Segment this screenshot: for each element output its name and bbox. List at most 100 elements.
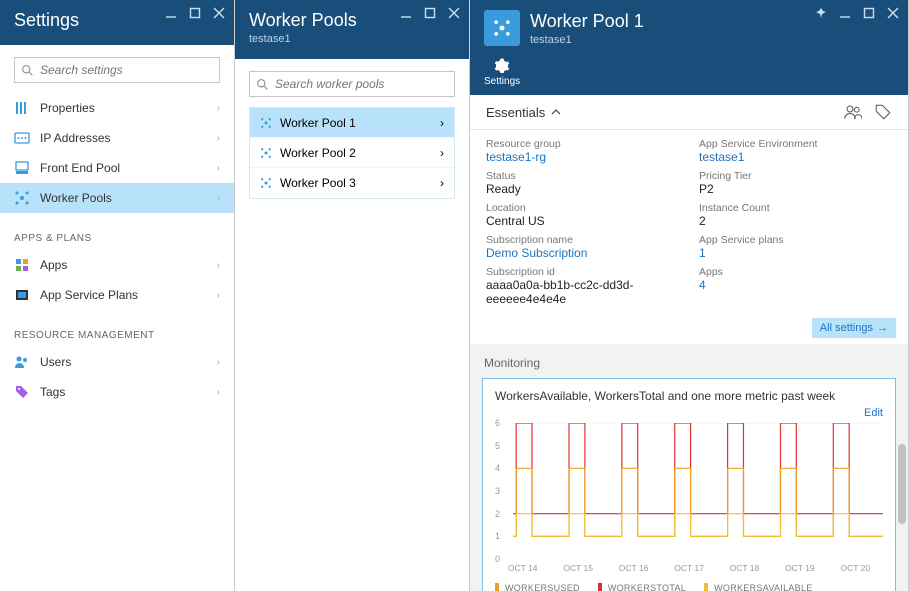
field-value: 2 xyxy=(699,214,892,228)
chevron-right-icon: › xyxy=(217,193,220,204)
minimize-icon[interactable] xyxy=(838,6,852,20)
pool-item-worker-pool-1[interactable]: Worker Pool 1 › xyxy=(250,108,454,138)
field-label: Apps xyxy=(699,266,892,278)
nav-item-label: Apps xyxy=(40,258,67,272)
field-value: Central US xyxy=(486,214,679,228)
pool-item-worker-pool-2[interactable]: Worker Pool 2› xyxy=(250,138,454,168)
field-value: P2 xyxy=(699,182,892,196)
y-tick-label: 4 xyxy=(495,463,500,473)
frontend-icon xyxy=(14,160,30,176)
pool-item-label: Worker Pool 3 xyxy=(280,176,356,190)
y-tick-label: 5 xyxy=(495,441,500,451)
worker-pool-detail-header: Worker Pool 1 testase1 Settings xyxy=(470,0,908,95)
settings-blade: Settings Properties›IP Addresses›Front E… xyxy=(0,0,235,591)
worker-pools-blade: Worker Pools testase1 Worker Pool 1›Work… xyxy=(235,0,470,591)
close-icon[interactable] xyxy=(212,6,226,20)
y-tick-label: 1 xyxy=(495,531,500,541)
search-settings[interactable] xyxy=(14,57,220,83)
essentials-panel: Resource grouptestase1-rg StatusReady Loca… xyxy=(470,130,908,316)
settings-header: Settings xyxy=(0,0,234,45)
essentials-field: App Service Environmenttestase1 xyxy=(699,138,892,164)
nav-item-label: Users xyxy=(40,355,71,369)
all-settings-button[interactable]: All settings → xyxy=(812,318,896,338)
tag-icon[interactable] xyxy=(874,103,892,121)
nav-item-users[interactable]: Users › xyxy=(0,347,234,377)
worker-pool-icon xyxy=(260,117,272,129)
scrollbar-thumb[interactable] xyxy=(898,444,906,524)
legend-item: WORKERSTOTAL2 xyxy=(598,583,686,591)
field-value[interactable]: Demo Subscription xyxy=(486,246,679,260)
y-tick-label: 6 xyxy=(495,418,500,428)
nav-item-label: Tags xyxy=(40,385,65,399)
users-icon[interactable] xyxy=(844,103,862,121)
essentials-toggle[interactable]: Essentials xyxy=(486,105,561,120)
x-tick-label: OCT 17 xyxy=(674,563,704,573)
search-worker-pools-input[interactable] xyxy=(275,77,448,91)
nav-item-worker-pools[interactable]: Worker Pools› xyxy=(0,183,234,213)
minimize-icon[interactable] xyxy=(399,6,413,20)
essentials-field: Instance Count2 xyxy=(699,202,892,228)
field-value[interactable]: 4 xyxy=(699,278,892,292)
field-value[interactable]: testase1 xyxy=(699,150,892,164)
legend-name: WORKERSAVAILABLE xyxy=(714,583,813,591)
chevron-up-icon xyxy=(551,107,561,117)
chevron-right-icon: › xyxy=(217,260,220,271)
nav-item-label: Properties xyxy=(40,101,95,115)
section-resource-mgmt: RESOURCE MANAGEMENT xyxy=(0,314,234,347)
essentials-field: Subscription nameDemo Subscription xyxy=(486,234,679,260)
maximize-icon[interactable] xyxy=(188,6,202,20)
chevron-right-icon: › xyxy=(440,176,444,190)
search-worker-pools[interactable] xyxy=(249,71,455,97)
worker-pools-subtitle: testase1 xyxy=(249,33,455,45)
monitoring-section: Monitoring WorkersAvailable, WorkersTota… xyxy=(470,344,908,591)
gear-icon xyxy=(494,58,510,74)
essentials-field: StatusReady xyxy=(486,170,679,196)
field-value: Ready xyxy=(486,182,679,196)
field-value: aaaa0a0a-bb1b-cc2c-dd3d-eeeeee4e4e4e xyxy=(486,278,679,306)
field-label: Status xyxy=(486,170,679,182)
close-icon[interactable] xyxy=(447,6,461,20)
essentials-field: Resource grouptestase1-rg xyxy=(486,138,679,164)
chevron-right-icon: › xyxy=(440,116,444,130)
search-icon xyxy=(21,64,34,77)
close-icon[interactable] xyxy=(886,6,900,20)
worker-pool-icon xyxy=(260,177,272,189)
minimize-icon[interactable] xyxy=(164,6,178,20)
edit-button[interactable]: Edit xyxy=(495,407,883,419)
nav-item-front-end-pool[interactable]: Front End Pool› xyxy=(0,153,234,183)
properties-icon xyxy=(14,100,30,116)
monitoring-label: Monitoring xyxy=(484,356,894,370)
pin-icon[interactable] xyxy=(814,6,828,20)
pool-item-label: Worker Pool 1 xyxy=(280,116,356,130)
maximize-icon[interactable] xyxy=(862,6,876,20)
field-value[interactable]: testase1-rg xyxy=(486,150,679,164)
users-icon xyxy=(14,354,30,370)
monitoring-card[interactable]: WorkersAvailable, WorkersTotal and one m… xyxy=(482,378,896,591)
y-tick-label: 0 xyxy=(495,554,500,564)
essentials-field: Apps4 xyxy=(699,266,892,292)
x-tick-label: OCT 18 xyxy=(730,563,760,573)
field-label: Subscription id xyxy=(486,266,679,278)
maximize-icon[interactable] xyxy=(423,6,437,20)
search-icon xyxy=(256,78,269,91)
search-settings-input[interactable] xyxy=(40,63,213,77)
essentials-field: Subscription idaaaa0a0a-bb1b-cc2c-dd3d-e… xyxy=(486,266,679,306)
essentials-field: LocationCentral US xyxy=(486,202,679,228)
chevron-right-icon: › xyxy=(217,387,220,398)
nav-item-properties[interactable]: Properties› xyxy=(0,93,234,123)
pool-item-worker-pool-3[interactable]: Worker Pool 3 › xyxy=(250,168,454,198)
ip-icon xyxy=(14,130,30,146)
apps-icon xyxy=(14,257,30,273)
x-tick-label: OCT 20 xyxy=(840,563,870,573)
x-tick-label: OCT 16 xyxy=(619,563,649,573)
field-label: Pricing Tier xyxy=(699,170,892,182)
nav-item-ip-addresses[interactable]: IP Addresses› xyxy=(0,123,234,153)
nav-item-apps[interactable]: Apps › xyxy=(0,250,234,280)
line-chart: 0123456OCT 14OCT 15OCT 16OCT 17OCT 18OCT… xyxy=(495,423,883,573)
chevron-right-icon: › xyxy=(217,357,220,368)
nav-item-app-service-plans[interactable]: App Service Plans› xyxy=(0,280,234,310)
field-value[interactable]: 1 xyxy=(699,246,892,260)
worker-pool-detail-blade: Worker Pool 1 testase1 Settings Essentia… xyxy=(470,0,909,591)
settings-button[interactable]: Settings xyxy=(484,58,520,87)
nav-item-tags[interactable]: Tags › xyxy=(0,377,234,407)
